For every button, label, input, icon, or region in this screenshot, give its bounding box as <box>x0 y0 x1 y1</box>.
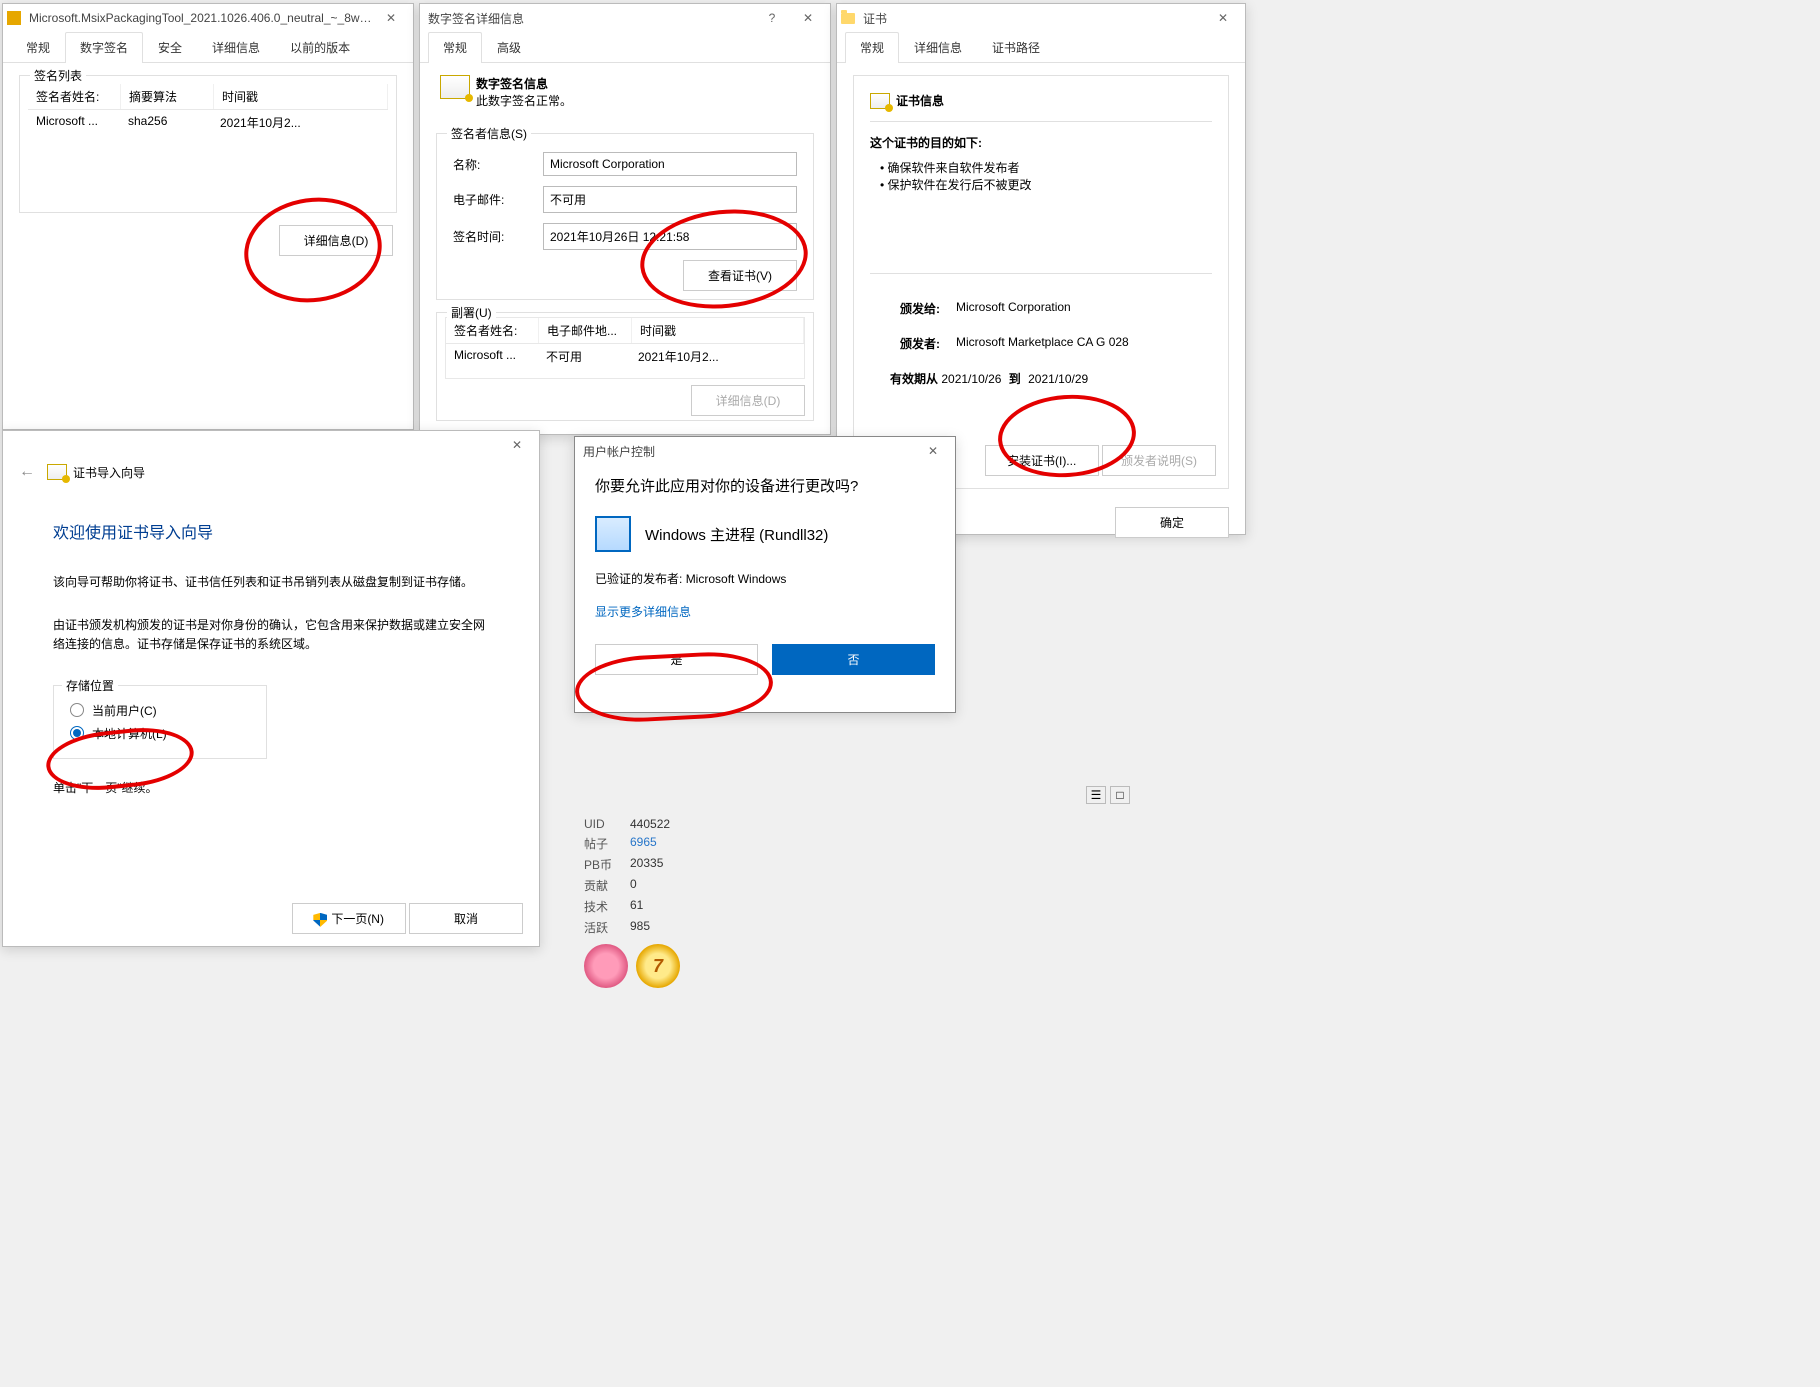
email-label: 电子邮件: <box>453 191 543 208</box>
tab-details[interactable]: 详细信息 <box>197 32 275 62</box>
time-label: 签名时间: <box>453 228 543 245</box>
import-wizard-window: ✕ ← 证书导入向导 欢迎使用证书导入向导 该向导可帮助你将证书、证书信任列表和… <box>2 430 540 947</box>
properties-window: Microsoft.MsixPackagingTool_2021.1026.40… <box>2 3 414 430</box>
wizard-title: 证书导入向导 <box>73 464 145 481</box>
countersign-group-label: 副署(U) <box>447 304 496 321</box>
shield-icon <box>313 913 327 927</box>
cert-info-title: 证书信息 <box>896 92 944 109</box>
purpose-title: 这个证书的目的如下: <box>870 134 1212 151</box>
next-button[interactable]: 下一页(N) <box>292 903 406 934</box>
email-field: 不可用 <box>543 186 797 213</box>
details-button[interactable]: 详细信息(D) <box>279 225 393 256</box>
valid-to-label: 到 <box>1009 372 1021 386</box>
close-icon[interactable]: ✕ <box>915 437 951 465</box>
tab-details[interactable]: 详细信息 <box>899 32 977 62</box>
table-row[interactable]: Microsoft ... 不可用 2021年10月2... <box>446 344 804 369</box>
install-certificate-button[interactable]: 安装证书(I)... <box>985 445 1099 476</box>
store-label: 存储位置 <box>62 677 118 694</box>
posts-link[interactable]: 6965 <box>630 835 657 852</box>
certificate-icon <box>47 464 67 480</box>
tab-general[interactable]: 常规 <box>428 32 482 63</box>
tab-general[interactable]: 常规 <box>845 32 899 63</box>
purpose-2: 保护软件在发行后不被更改 <box>888 178 1032 192</box>
tab-general[interactable]: 常规 <box>11 32 65 62</box>
valid-to: 2021/10/29 <box>1028 372 1088 386</box>
issued-to: Microsoft Corporation <box>956 300 1071 317</box>
window-title: 数字签名详细信息 <box>424 10 754 27</box>
name-field: Microsoft Corporation <box>543 152 797 176</box>
radio-current-user[interactable]: 当前用户(C) <box>70 702 250 719</box>
close-icon[interactable]: ✕ <box>790 4 826 32</box>
close-icon[interactable]: ✕ <box>499 431 535 459</box>
no-button[interactable]: 否 <box>772 644 935 675</box>
close-icon[interactable]: ✕ <box>373 4 409 32</box>
uac-app-name: Windows 主进程 (Rundll32) <box>645 524 828 545</box>
time-field: 2021年10月26日 12:21:58 <box>543 223 797 250</box>
badge-1-icon <box>584 944 628 988</box>
tab-path[interactable]: 证书路径 <box>977 32 1055 62</box>
name-label: 名称: <box>453 156 543 173</box>
tabs: 常规 数字签名 安全 详细信息 以前的版本 <box>3 32 413 63</box>
app-icon <box>595 516 631 552</box>
valid-from: 2021/10/26 <box>941 372 1001 386</box>
wizard-para2: 由证书颁发机构颁发的证书是对你身份的确认，它包含用来保护数据或建立安全网络连接的… <box>53 616 489 654</box>
back-icon[interactable]: ← <box>19 463 35 481</box>
tab-digital-signatures[interactable]: 数字签名 <box>65 32 143 63</box>
help-icon[interactable]: ? <box>754 4 790 32</box>
uac-question: 你要允许此应用对你的设备进行更改吗? <box>595 475 935 496</box>
view-list-icon[interactable]: ☰ <box>1086 786 1106 804</box>
info-title: 数字签名信息 <box>476 75 572 92</box>
signer-group-label: 签名者信息(S) <box>447 125 531 142</box>
issued-by: Microsoft Marketplace CA G 028 <box>956 335 1129 352</box>
folder-icon <box>841 13 855 24</box>
table-header: 签名者姓名: 摘要算法 时间戳 <box>28 84 388 110</box>
window-title: 证书 <box>859 10 1205 27</box>
wizard-heading: 欢迎使用证书导入向导 <box>53 519 489 543</box>
signature-details-window: 数字签名详细信息 ? ✕ 常规 高级 数字签名信息 此数字签名正常。 签名者信息… <box>419 3 831 435</box>
continue-text: 单击"下一页"继续。 <box>53 779 489 796</box>
window-title: Microsoft.MsixPackagingTool_2021.1026.40… <box>25 11 373 25</box>
tab-security[interactable]: 安全 <box>143 32 197 62</box>
valid-from-label: 有效期从 <box>890 372 938 386</box>
wizard-para1: 该向导可帮助你将证书、证书信任列表和证书吊销列表从磁盘复制到证书存储。 <box>53 573 489 592</box>
more-details-link[interactable]: 显示更多详细信息 <box>595 603 935 620</box>
issuer-statement-button: 颁发者说明(S) <box>1102 445 1216 476</box>
badge-2-icon <box>636 944 680 988</box>
tab-advanced[interactable]: 高级 <box>482 32 536 62</box>
table-row[interactable]: Microsoft ... sha256 2021年10月2... <box>28 110 388 135</box>
yes-button[interactable]: 是 <box>595 644 758 675</box>
view-grid-icon[interactable]: □ <box>1110 786 1130 804</box>
view-certificate-button[interactable]: 查看证书(V) <box>683 260 797 291</box>
user-stats: UID440522 帖子6965 PB币20335 贡献0 技术61 活跃985 <box>584 815 688 991</box>
view-toggle: ☰ □ <box>1086 786 1130 804</box>
close-icon[interactable]: ✕ <box>1205 4 1241 32</box>
issued-to-label: 颁发给: <box>870 300 940 317</box>
tab-previous[interactable]: 以前的版本 <box>275 32 365 62</box>
certificate-icon <box>440 75 470 99</box>
publisher-label: 已验证的发布者: <box>595 572 682 586</box>
counter-details-button: 详细信息(D) <box>691 385 805 416</box>
cancel-button[interactable]: 取消 <box>409 903 523 934</box>
issued-by-label: 颁发者: <box>870 335 940 352</box>
info-text: 此数字签名正常。 <box>476 92 572 109</box>
ok-button[interactable]: 确定 <box>1115 507 1229 538</box>
file-icon <box>7 11 21 25</box>
radio-local-machine[interactable]: 本地计算机(L) <box>70 725 250 742</box>
publisher: Microsoft Windows <box>686 572 787 586</box>
signature-list-label: 签名列表 <box>30 67 86 84</box>
uac-title: 用户帐户控制 <box>579 443 915 460</box>
purpose-1: 确保软件来自软件发布者 <box>888 161 1020 175</box>
certificate-icon <box>870 93 890 109</box>
uac-dialog: 用户帐户控制 ✕ 你要允许此应用对你的设备进行更改吗? Windows 主进程 … <box>574 436 956 713</box>
